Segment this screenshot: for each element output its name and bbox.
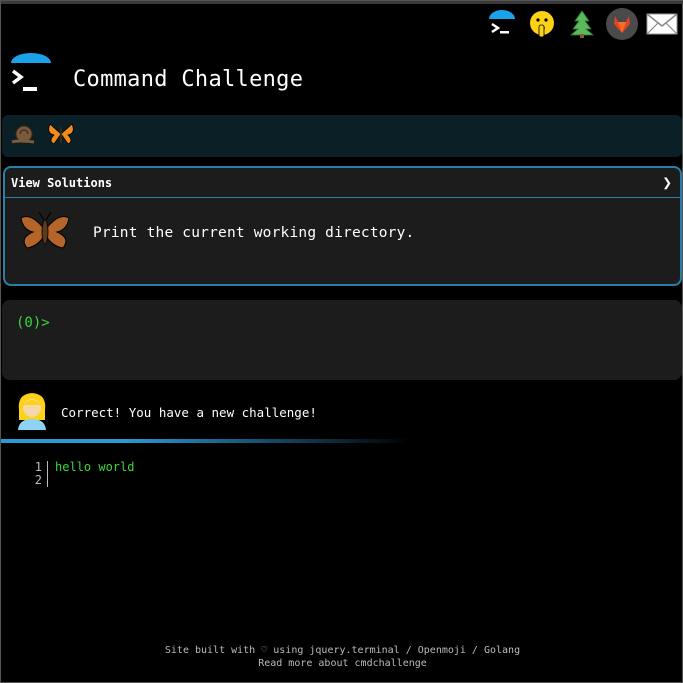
terminal[interactable]: (0)>	[2, 300, 682, 380]
line-text	[48, 474, 55, 487]
gitlab-icon[interactable]	[605, 7, 639, 41]
line-text: hello world	[55, 460, 135, 474]
footer-read-more-link[interactable]: Read more about cmdchallenge	[1, 657, 683, 670]
butterfly-icon[interactable]	[46, 121, 76, 151]
moth-icon	[17, 208, 73, 258]
status-row: Correct! You have a new challenge!	[15, 390, 317, 434]
mail-icon[interactable]	[645, 7, 679, 41]
editor-line: 1 hello world	[1, 461, 683, 474]
page-title: Command Challenge	[73, 67, 304, 92]
top-nav	[485, 7, 679, 41]
snail-icon[interactable]	[10, 123, 38, 149]
chevron-right-icon: ❯	[662, 173, 672, 192]
status-message: Correct! You have a new challenge!	[61, 404, 317, 420]
line-number: 2	[1, 474, 48, 487]
view-solutions-toggle[interactable]: View Solutions ❯	[5, 168, 680, 198]
terminal-prompt: (0)>	[16, 315, 50, 331]
tree-icon[interactable]	[565, 7, 599, 41]
terminal-logo-icon[interactable]	[485, 7, 519, 41]
top-border	[1, 1, 683, 4]
editor-line: 2	[1, 474, 683, 487]
footer-credits[interactable]: Site built with ♡ using jquery.terminal …	[1, 644, 683, 657]
woman-avatar-icon	[15, 390, 49, 434]
badge-bar	[2, 115, 682, 157]
logo-icon[interactable]	[9, 53, 55, 99]
challenge-panel: View Solutions ❯ Print the current worki…	[3, 166, 682, 286]
output-editor[interactable]: 1 hello world 2	[1, 461, 683, 487]
footer: Site built with ♡ using jquery.terminal …	[1, 644, 683, 670]
progress-bar	[1, 439, 411, 443]
shushing-face-icon[interactable]	[525, 7, 559, 41]
view-solutions-label: View Solutions	[11, 175, 113, 190]
challenge-description: Print the current working directory.	[93, 225, 415, 241]
